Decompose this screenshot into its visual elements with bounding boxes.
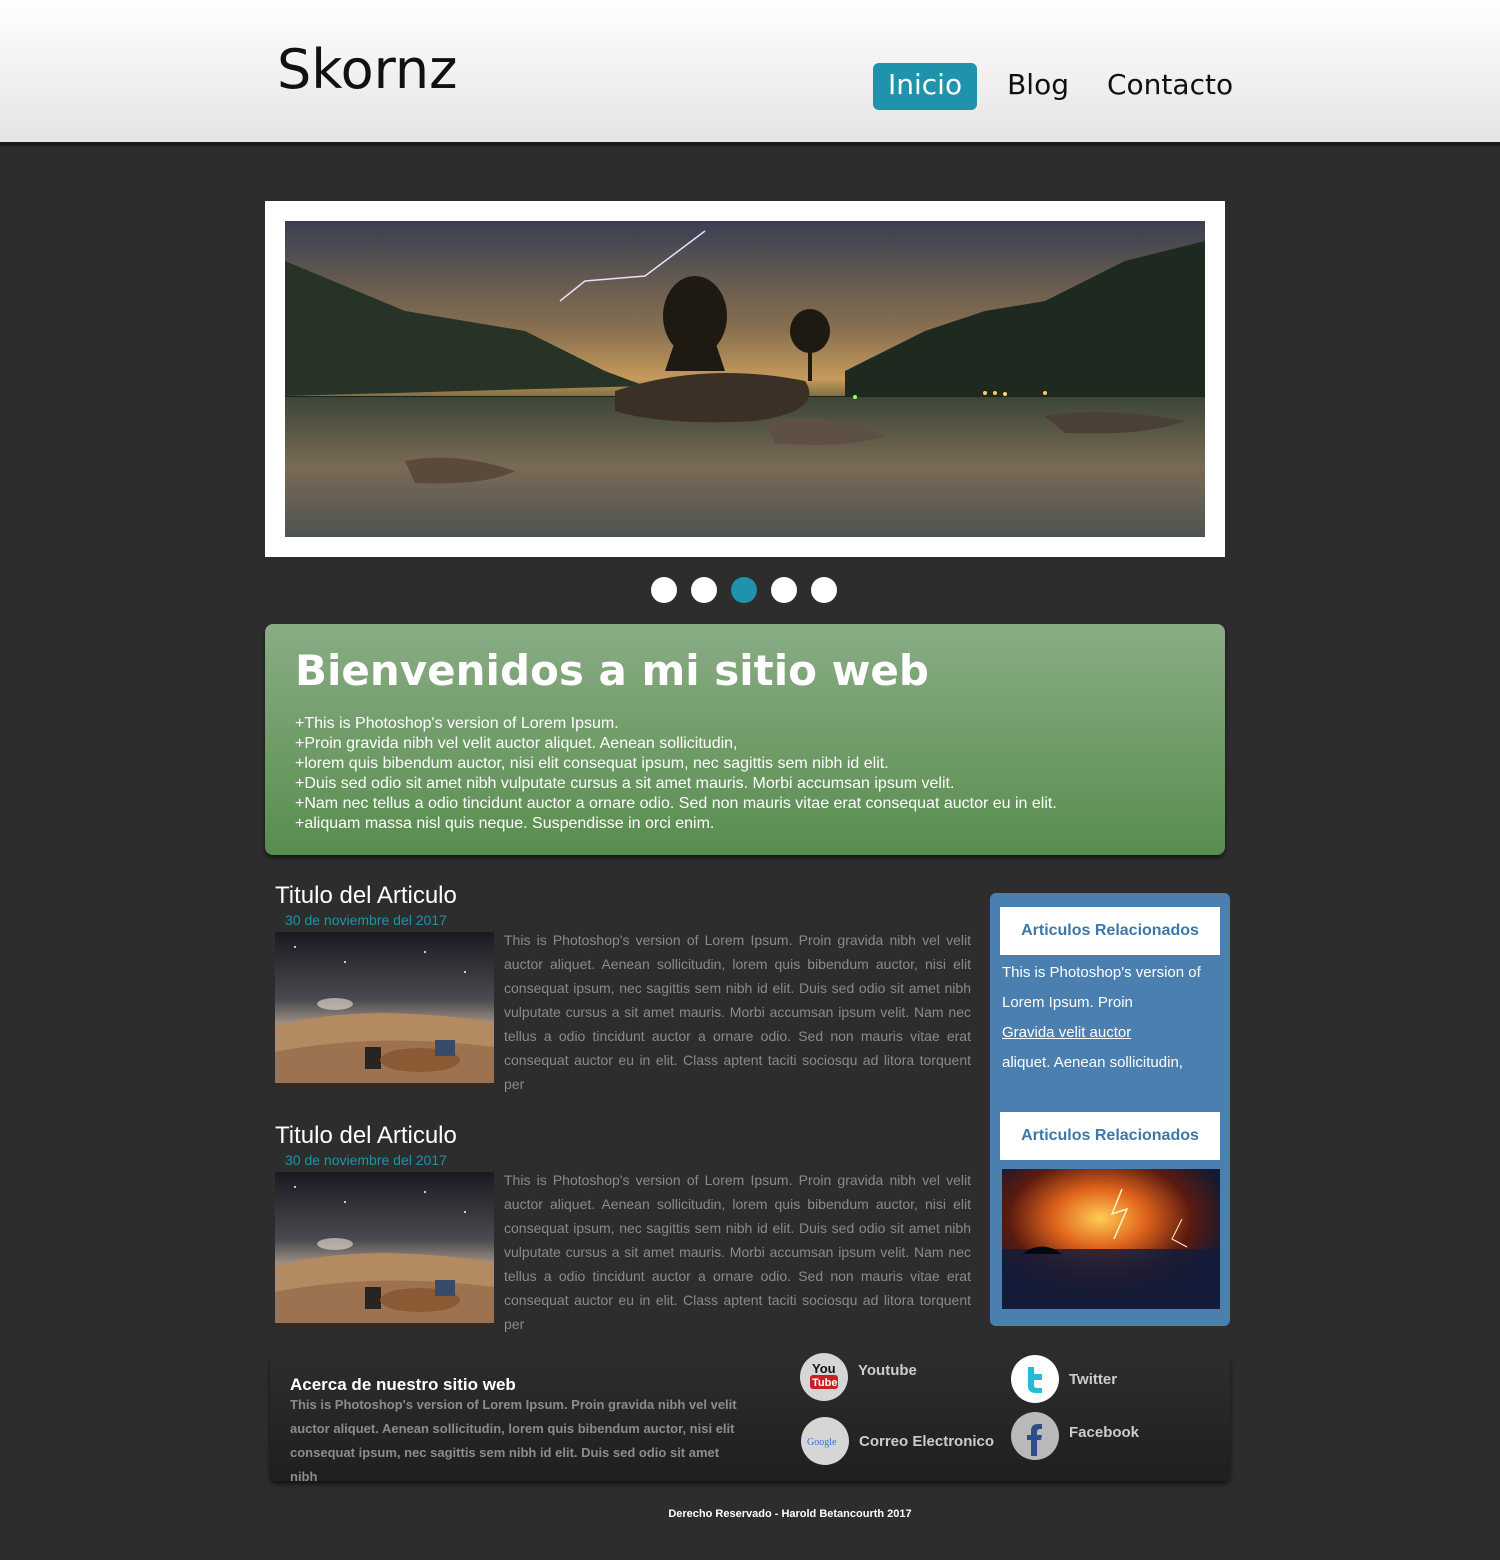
- article-2: Titulo del Articulo 30 de noviembre del …: [275, 1122, 975, 1332]
- nav-blog[interactable]: Blog: [992, 63, 1084, 110]
- slider-dot-3[interactable]: [731, 577, 757, 603]
- article-title[interactable]: Titulo del Articulo: [275, 1122, 975, 1150]
- svg-text:You: You: [812, 1361, 836, 1376]
- welcome-panel: Bienvenidos a mi sitio web +This is Phot…: [265, 624, 1225, 855]
- slider-dot-4[interactable]: [771, 577, 797, 603]
- nav-inicio[interactable]: Inicio: [873, 63, 978, 110]
- sidebar-text-after: aliquet. Aenean sollicitudin,: [1002, 1054, 1183, 1071]
- welcome-line: +Nam nec tellus a odio tincidunt auctor …: [295, 795, 1057, 812]
- slider-dot-2[interactable]: [691, 577, 717, 603]
- desert-camels-image: [275, 1172, 494, 1323]
- landscape-lake-storm-image: [285, 221, 1205, 537]
- slider-image: [285, 221, 1205, 537]
- welcome-line: +Proin gravida nibh vel velit auctor ali…: [295, 735, 738, 752]
- about-text: This is Photoshop's version of Lorem Ips…: [290, 1397, 737, 1484]
- welcome-line: +This is Photoshop's version of Lorem Ip…: [295, 715, 619, 732]
- article-1: Titulo del Articulo 30 de noviembre del …: [275, 882, 975, 1092]
- welcome-list: +This is Photoshop's version of Lorem Ip…: [295, 714, 1057, 834]
- welcome-line: +Duis sed odio sit amet nibh vulputate c…: [295, 775, 955, 792]
- sidebar-title-2: Articulos Relacionados: [1000, 1112, 1220, 1160]
- sidebar-text: This is Photoshop's version of Lorem Ips…: [1002, 958, 1224, 1078]
- site-footer: Acerca de nuestro sitio web This is Phot…: [270, 1353, 1230, 1484]
- article-excerpt: This is Photoshop's version of Lorem Ips…: [504, 932, 971, 1092]
- facebook-icon: [1011, 1412, 1059, 1460]
- image-slider: [265, 201, 1225, 557]
- slider-dot-5[interactable]: [811, 577, 837, 603]
- welcome-line: +aliquam massa nisl quis neque. Suspendi…: [295, 815, 715, 832]
- site-logo[interactable]: Skornz: [277, 38, 457, 101]
- article-thumbnail[interactable]: [275, 1172, 494, 1323]
- social-email[interactable]: Google Correo Electronico: [801, 1417, 994, 1465]
- copyright: Derecho Reservado - Harold Betancourth 2…: [668, 1508, 912, 1520]
- twitter-icon: [1011, 1355, 1059, 1403]
- site-header: Skornz Inicio Blog Contacto: [0, 0, 1500, 146]
- article-thumbnail[interactable]: [275, 932, 494, 1083]
- welcome-title: Bienvenidos a mi sitio web: [295, 646, 929, 695]
- sidebar-text-before: This is Photoshop's version of Lorem Ips…: [1002, 964, 1201, 1011]
- nav-contacto[interactable]: Contacto: [1092, 63, 1248, 110]
- svg-text:Tube: Tube: [812, 1377, 837, 1389]
- google-mail-icon: Google: [801, 1417, 849, 1465]
- svg-text:Google: Google: [807, 1437, 837, 1448]
- facebook-label: Facebook: [1069, 1423, 1140, 1441]
- slider-dot-1[interactable]: [651, 577, 677, 603]
- storm-lightning-image: [1002, 1169, 1220, 1309]
- article-title[interactable]: Titulo del Articulo: [275, 882, 975, 910]
- desert-camels-image: [275, 932, 494, 1083]
- article-excerpt: This is Photoshop's version of Lorem Ips…: [504, 1172, 971, 1332]
- social-facebook[interactable]: Facebook: [1011, 1412, 1139, 1460]
- slider-dots: [651, 577, 851, 603]
- social-twitter[interactable]: Twitter: [1011, 1355, 1117, 1403]
- youtube-icon: You Tube: [800, 1353, 848, 1401]
- main-nav: Inicio Blog Contacto: [873, 63, 1248, 110]
- sidebar-link[interactable]: Gravida velit auctor: [1002, 1024, 1131, 1041]
- sidebar-image[interactable]: [1002, 1169, 1220, 1309]
- youtube-label: Youtube: [858, 1361, 917, 1379]
- related-sidebar: Articulos Relacionados This is Photoshop…: [990, 893, 1230, 1326]
- welcome-line: +lorem quis bibendum auctor, nisi elit c…: [295, 755, 889, 772]
- about-title: Acerca de nuestro sitio web: [290, 1375, 516, 1394]
- email-label: Correo Electronico: [859, 1432, 995, 1450]
- social-youtube[interactable]: You Tube Youtube: [800, 1353, 917, 1401]
- sidebar-title-1: Articulos Relacionados: [1000, 907, 1220, 955]
- twitter-label: Twitter: [1069, 1370, 1118, 1388]
